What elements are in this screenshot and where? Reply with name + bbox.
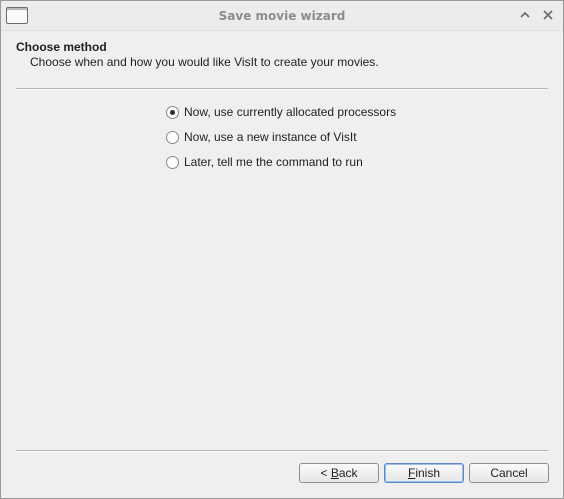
option-label: Now, use currently allocated processors: [184, 105, 397, 119]
title-bar[interactable]: Save movie wizard: [1, 1, 563, 31]
finish-button[interactable]: Finish: [384, 463, 464, 483]
option-label: Now, use a new instance of VisIt: [184, 130, 357, 144]
radio-button[interactable]: [166, 155, 179, 169]
back-button[interactable]: < Back: [299, 463, 379, 483]
cancel-button[interactable]: Cancel: [469, 463, 549, 483]
header-divider: [16, 88, 548, 90]
page-title: Choose method: [16, 40, 107, 54]
close-icon[interactable]: [541, 8, 555, 22]
radio-button[interactable]: [166, 130, 179, 144]
maximize-icon[interactable]: [518, 8, 532, 22]
option-current-processors[interactable]: Now, use currently allocated processors: [166, 104, 396, 120]
footer-divider: [16, 450, 548, 452]
wizard-window: Save movie wizard Choose method Choose w…: [0, 0, 564, 499]
option-new-instance[interactable]: Now, use a new instance of VisIt: [166, 129, 357, 145]
radio-button[interactable]: [166, 105, 179, 119]
window-title: Save movie wizard: [218, 9, 346, 23]
option-label: Later, tell me the command to run: [184, 155, 363, 169]
page-subtitle: Choose when and how you would like VisIt…: [30, 55, 379, 69]
option-later-command[interactable]: Later, tell me the command to run: [166, 154, 363, 170]
